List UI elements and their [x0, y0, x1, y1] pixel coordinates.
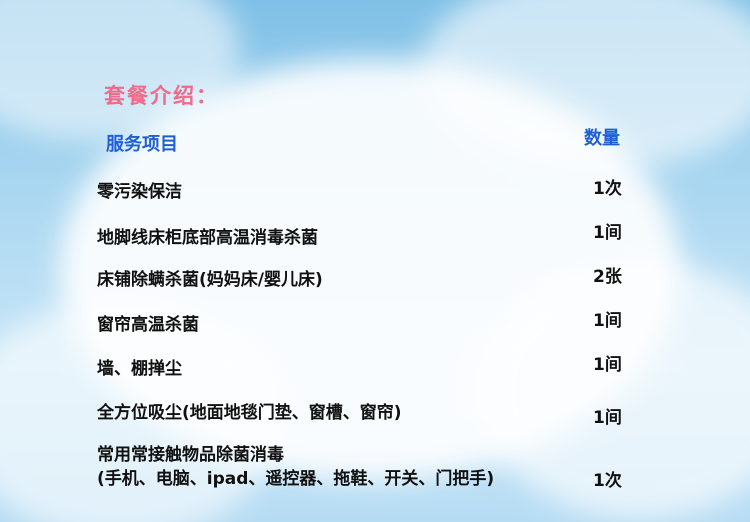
- service-quantity: 1间: [593, 408, 622, 428]
- service-item: 全方位吸尘(地面地毯门垫、窗槽、窗帘): [97, 403, 402, 423]
- package-title: 套餐介绍：: [104, 84, 219, 108]
- service-quantity: 2张: [593, 267, 622, 287]
- service-item: 窗帘高温杀菌: [97, 315, 199, 335]
- service-item: 零污染保洁: [97, 182, 182, 202]
- service-quantity: 1间: [593, 311, 622, 331]
- service-quantity: 1次: [593, 471, 622, 491]
- package-card: 套餐介绍： 服务项目 数量 零污染保洁 1次 地脚线床柜底部高温消毒杀菌 1间 …: [0, 0, 750, 522]
- service-item: 墙、棚掸尘: [97, 359, 182, 379]
- service-item: 地脚线床柜底部高温消毒杀菌: [97, 228, 318, 248]
- service-quantity: 1次: [593, 179, 622, 199]
- quantity-column-header: 数量: [584, 128, 620, 149]
- service-item: 床铺除螨杀菌(妈妈床/婴儿床): [97, 270, 323, 290]
- service-item-detail: (手机、电脑、ipad、遥控器、拖鞋、开关、门把手): [97, 469, 495, 489]
- service-quantity: 1间: [593, 355, 622, 375]
- service-item: 常用常接触物品除菌消毒: [97, 445, 284, 465]
- service-quantity: 1间: [593, 223, 622, 243]
- service-column-header: 服务项目: [106, 134, 178, 155]
